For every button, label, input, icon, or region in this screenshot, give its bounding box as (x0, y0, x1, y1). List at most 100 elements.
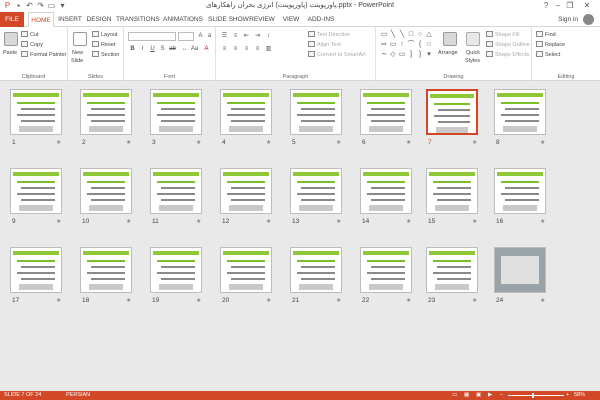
numbering-icon[interactable]: ≡ (231, 32, 240, 41)
quick-styles-button[interactable]: Quick (466, 49, 480, 57)
shape-curve-icon[interactable]: ⌒ (407, 41, 415, 49)
slide-transition-icon[interactable]: ★ (406, 297, 411, 304)
decrease-indent-icon[interactable]: ⇤ (242, 32, 251, 41)
tab-transitions[interactable]: TRANSITIONS (116, 12, 160, 27)
slide-thumbnail[interactable] (220, 247, 272, 293)
restore-icon[interactable]: ❐ (564, 0, 576, 11)
slide-thumbnail[interactable] (494, 247, 546, 293)
customize-qat-icon[interactable]: ▾ (58, 1, 67, 10)
align-center-icon[interactable]: ≡ (231, 45, 240, 54)
tab-slide-show[interactable]: SLIDE SHOW (208, 12, 249, 27)
slide-transition-icon[interactable]: ★ (196, 297, 201, 304)
shape-triangle-icon[interactable]: △ (425, 31, 433, 39)
slide-thumbnail[interactable] (220, 89, 272, 135)
slide-transition-icon[interactable]: ★ (336, 218, 341, 225)
new-slide-button[interactable]: New (72, 49, 83, 57)
tab-view[interactable]: VIEW (280, 12, 302, 27)
tab-add-ins[interactable]: ADD-INS (306, 12, 336, 27)
slide-transition-icon[interactable]: ★ (196, 218, 201, 225)
slide-transition-icon[interactable]: ★ (472, 139, 477, 146)
select-button[interactable]: Select (536, 51, 560, 59)
shape-line-icon[interactable]: ╲ (389, 31, 397, 39)
shape-diamond-icon[interactable]: ◇ (389, 51, 397, 59)
slide-thumbnail[interactable] (494, 168, 546, 214)
tab-animations[interactable]: ANIMATIONS (162, 12, 204, 27)
slide-thumbnail[interactable] (360, 89, 412, 135)
shape-arrow-icon[interactable]: ⇨ (380, 41, 388, 49)
shape-rect-icon[interactable]: ▭ (380, 31, 388, 39)
shape-rect3-icon[interactable]: ▭ (389, 41, 397, 49)
justify-icon[interactable]: ≡ (253, 45, 262, 54)
slide-transition-icon[interactable]: ★ (540, 297, 545, 304)
zoom-out-icon[interactable]: – (500, 391, 503, 400)
zoom-slider-thumb[interactable] (532, 393, 534, 398)
cut-button[interactable]: Cut (21, 31, 39, 39)
slide-thumbnail[interactable] (80, 168, 132, 214)
shape-fill-button[interactable]: Shape Fill (486, 31, 519, 39)
layout-button[interactable]: Layout (92, 31, 118, 39)
slide-transition-icon[interactable]: ★ (126, 218, 131, 225)
line-spacing-icon[interactable]: ↕ (264, 32, 273, 41)
slide-transition-icon[interactable]: ★ (266, 218, 271, 225)
underline-icon[interactable]: U (148, 45, 157, 54)
paste-button[interactable]: Paste (3, 49, 17, 57)
zoom-slider[interactable] (508, 395, 564, 396)
convert-smartart-button[interactable]: Convert to SmartArt (308, 51, 366, 59)
change-case-icon[interactable]: Aa (190, 45, 199, 54)
slide-transition-icon[interactable]: ★ (126, 297, 131, 304)
text-direction-button[interactable]: Text Direction (308, 31, 350, 39)
slide-transition-icon[interactable]: ★ (540, 139, 545, 146)
slide-thumbnail[interactable] (80, 247, 132, 293)
bold-icon[interactable]: B (128, 45, 137, 54)
reading-view-icon[interactable]: ▣ (476, 391, 481, 400)
font-color-icon[interactable]: A (202, 45, 211, 54)
shape-rect4-icon[interactable]: ▭ (398, 51, 406, 59)
slide-thumbnail[interactable] (150, 89, 202, 135)
slide-thumbnail[interactable] (10, 89, 62, 135)
format-painter-button[interactable]: Format Painter (21, 51, 66, 59)
language-indicator[interactable]: PERSIAN (66, 391, 90, 400)
slide-thumbnail[interactable] (10, 247, 62, 293)
shrink-font-icon[interactable]: a (205, 32, 214, 41)
char-spacing-icon[interactable]: ↔ (180, 45, 189, 54)
copy-button[interactable]: Copy (21, 41, 43, 49)
shape-outline-button[interactable]: Shape Outline (486, 41, 530, 49)
align-text-button[interactable]: Align Text (308, 41, 341, 49)
slide-transition-icon[interactable]: ★ (472, 218, 477, 225)
shape-rect2-icon[interactable]: □ (407, 31, 415, 39)
tab-insert[interactable]: INSERT (58, 12, 82, 27)
slide-thumbnail[interactable] (290, 247, 342, 293)
slide-thumbnail[interactable] (290, 168, 342, 214)
shape-bracket-icon[interactable]: ] (407, 51, 415, 59)
tab-home[interactable]: HOME (28, 12, 54, 28)
slide-thumbnail[interactable] (220, 168, 272, 214)
slide-transition-icon[interactable]: ★ (336, 297, 341, 304)
save-icon[interactable]: ▪ (14, 1, 23, 10)
slide-transition-icon[interactable]: ★ (56, 218, 61, 225)
bullets-icon[interactable]: ☰ (220, 32, 229, 41)
shape-effects-button[interactable]: Shape Effects (486, 51, 529, 59)
shape-curve2-icon[interactable]: ∼ (380, 51, 388, 59)
slide-thumbnail[interactable] (360, 247, 412, 293)
zoom-in-icon[interactable]: + (566, 391, 569, 400)
shape-brace-icon[interactable]: { (416, 41, 424, 49)
shape-line2-icon[interactable]: ╲ (398, 31, 406, 39)
avatar[interactable] (583, 14, 594, 25)
sign-in-link[interactable]: Sign in (558, 12, 578, 27)
slide-transition-icon[interactable]: ★ (406, 139, 411, 146)
slide-thumbnail[interactable] (150, 247, 202, 293)
slide-transition-icon[interactable]: ★ (126, 139, 131, 146)
replace-button[interactable]: Replace (536, 41, 565, 49)
slide-thumbnail[interactable] (360, 168, 412, 214)
tab-review[interactable]: REVIEW (248, 12, 276, 27)
help-icon[interactable]: ? (540, 0, 552, 11)
tab-design[interactable]: DESIGN (86, 12, 112, 27)
slide-transition-icon[interactable]: ★ (472, 297, 477, 304)
slide-thumbnail[interactable] (426, 247, 478, 293)
slide-thumbnail[interactable] (290, 89, 342, 135)
slide-transition-icon[interactable]: ★ (266, 139, 271, 146)
redo-icon[interactable]: ↷ (36, 1, 45, 10)
slide-transition-icon[interactable]: ★ (540, 218, 545, 225)
shape-brace2-icon[interactable]: } (416, 51, 424, 59)
arrange-button[interactable]: Arrange (438, 49, 458, 57)
